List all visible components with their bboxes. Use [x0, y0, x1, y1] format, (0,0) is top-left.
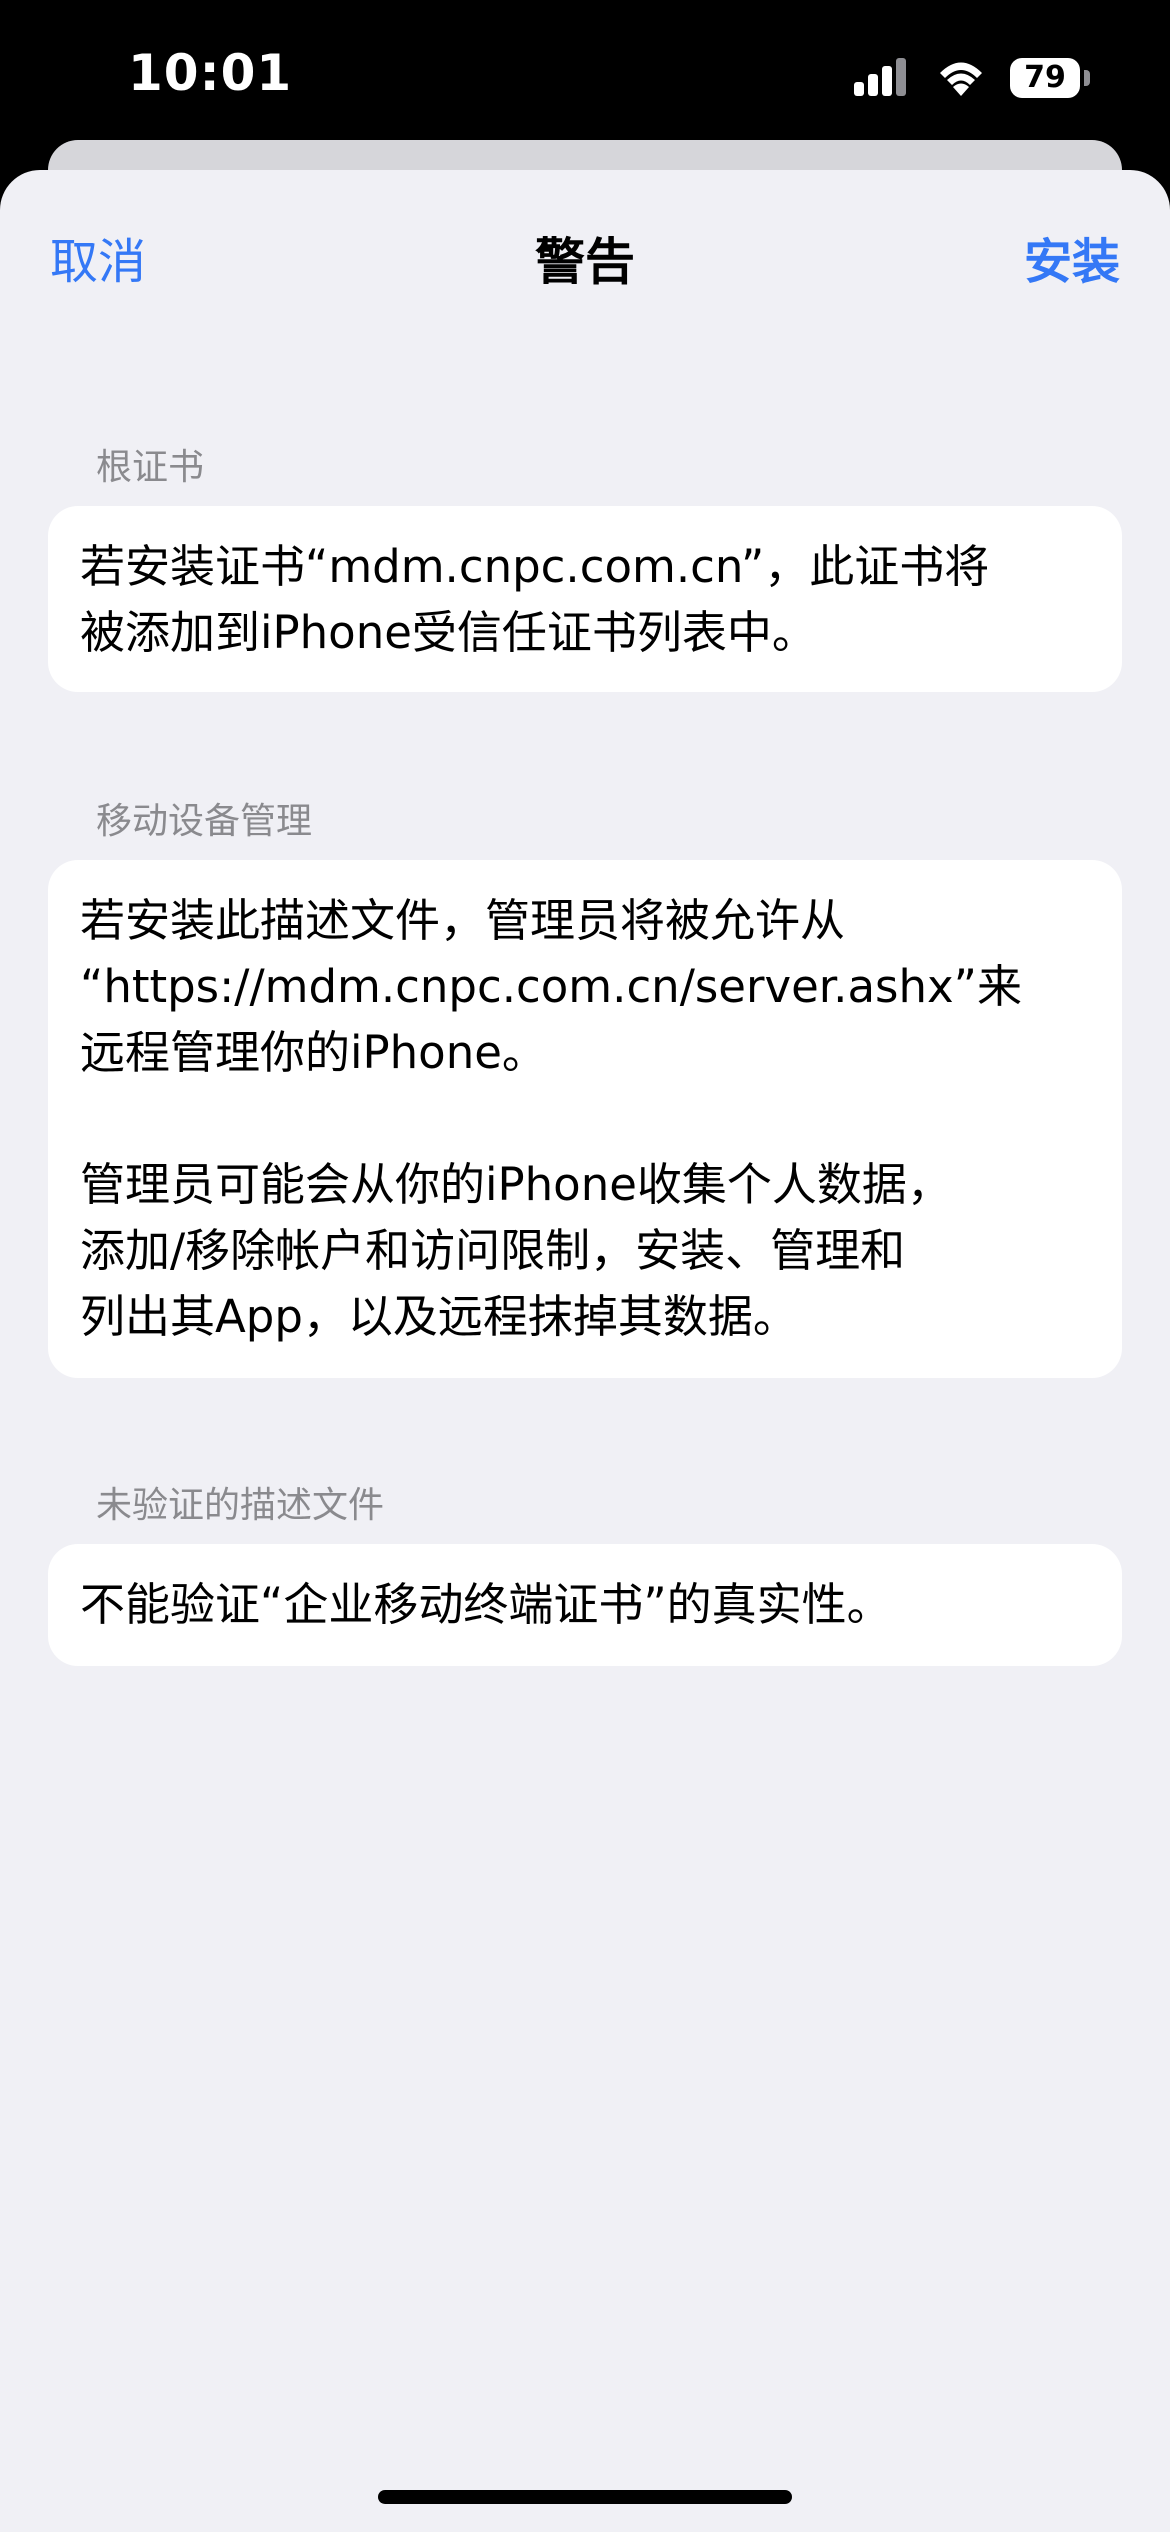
install-button[interactable]: 安装 [1024, 222, 1120, 292]
status-time: 10:01 [128, 44, 293, 102]
mdm-text-admin-capabilities: 管理员可能会从你的iPhone收集个人数据， 添加/移除帐户和访问限制，安装、管… [80, 1158, 952, 1343]
profile-warning-sheet: 取消 警告 安装 根证书 若安装证书“mdm.cnpc.com.cn”，此证书将… [0, 170, 1170, 2532]
status-bar: 10:01 79 [0, 0, 1170, 150]
battery-icon: 79 [1010, 58, 1080, 98]
page-title: 警告 [535, 233, 635, 291]
battery-cap [1084, 70, 1090, 86]
section-header-root-certificate: 根证书 [96, 447, 205, 488]
card-root-certificate: 若安装证书“mdm.cnpc.com.cn”，此证书将 被添加到iPhone受信… [48, 506, 1122, 692]
root-certificate-text: 若安装证书“mdm.cnpc.com.cn”，此证书将 被添加到iPhone受信… [80, 540, 990, 659]
card-mdm: 若安装此描述文件，管理员将被允许从 “https://mdm.cnpc.com.… [48, 860, 1122, 1378]
section-header-mdm: 移动设备管理 [96, 801, 313, 842]
status-icons: 79 [850, 54, 1100, 102]
wifi-icon [934, 56, 988, 102]
section-header-unverified-profile: 未验证的描述文件 [96, 1485, 385, 1526]
mdm-text-remote-management: 若安装此描述文件，管理员将被允许从 “https://mdm.cnpc.com.… [80, 894, 1022, 1079]
home-indicator[interactable] [378, 2490, 792, 2504]
card-unverified-profile: 不能验证“企业移动终端证书”的真实性。 [48, 1544, 1122, 1666]
unverified-profile-text: 不能验证“企业移动终端证书”的真实性。 [80, 1578, 892, 1631]
